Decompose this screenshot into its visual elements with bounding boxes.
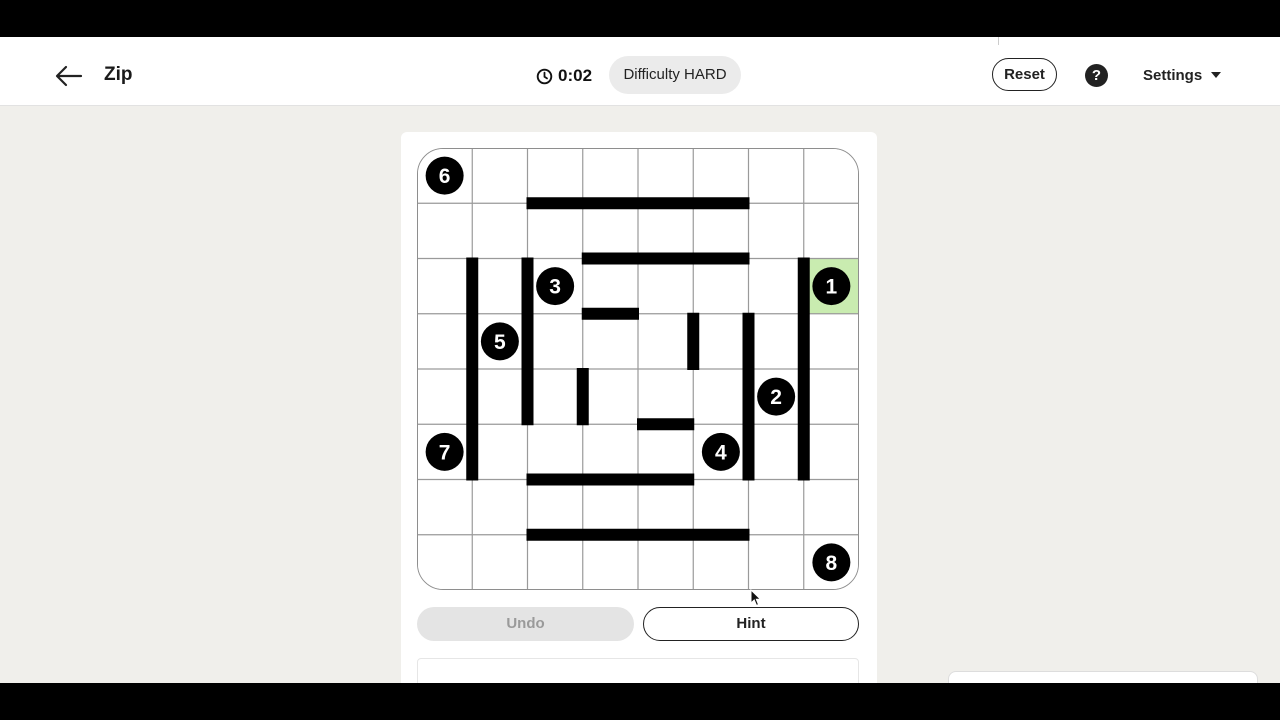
grid-cell[interactable]	[748, 313, 804, 369]
grid-cell[interactable]	[527, 534, 583, 590]
grid-cell[interactable]	[472, 424, 528, 480]
grid-cell[interactable]	[748, 258, 804, 314]
side-widget	[948, 671, 1258, 683]
back-button[interactable]	[52, 59, 86, 93]
grid-cell[interactable]	[693, 369, 749, 425]
grid-cell[interactable]	[748, 479, 804, 535]
grid-cell[interactable]	[638, 258, 694, 314]
number-label: 1	[826, 276, 838, 299]
grid-cell[interactable]	[638, 203, 694, 259]
hint-button[interactable]: Hint	[643, 607, 859, 641]
grid-cell[interactable]	[582, 258, 638, 314]
grid-cell[interactable]	[693, 479, 749, 535]
grid-cell[interactable]	[638, 424, 694, 480]
grid-cell[interactable]	[748, 203, 804, 259]
grid-cell[interactable]	[582, 424, 638, 480]
grid-cell[interactable]	[693, 534, 749, 590]
grid-cell[interactable]	[582, 369, 638, 425]
grid-cell[interactable]	[417, 369, 473, 425]
mouse-cursor-icon	[750, 589, 762, 607]
top-strip-divider	[998, 37, 999, 45]
number-label: 4	[715, 441, 727, 464]
arrow-left-icon	[55, 65, 83, 87]
grid-cell[interactable]	[803, 369, 859, 425]
grid-cell[interactable]	[748, 148, 804, 204]
grid-cell[interactable]	[527, 203, 583, 259]
wall	[581, 307, 639, 320]
grid-cell[interactable]	[638, 479, 694, 535]
wall	[521, 257, 534, 426]
grid-cell[interactable]	[417, 313, 473, 369]
number-label: 2	[770, 386, 782, 409]
grid-cell[interactable]	[472, 258, 528, 314]
page-title: Zip	[104, 64, 133, 85]
grid-cell[interactable]	[693, 203, 749, 259]
grid-cell[interactable]	[803, 203, 859, 259]
number-label: 5	[494, 331, 506, 354]
grid-cell[interactable]	[527, 479, 583, 535]
grid-cell[interactable]	[693, 313, 749, 369]
timer: 0:02	[536, 66, 592, 86]
settings-label: Settings	[1143, 66, 1203, 84]
grid-cell[interactable]	[472, 148, 528, 204]
grid-cell[interactable]	[803, 313, 859, 369]
help-button[interactable]: ?	[1085, 64, 1108, 87]
number-label: 6	[439, 165, 451, 188]
grid-cell[interactable]	[803, 424, 859, 480]
grid-cell[interactable]	[417, 534, 473, 590]
grid-cell[interactable]	[472, 369, 528, 425]
number-label: 8	[826, 552, 838, 575]
grid-cell[interactable]	[582, 203, 638, 259]
game-header: Zip 0:02 Difficulty HARD Reset ? Setting…	[0, 45, 1280, 106]
grid-cell[interactable]	[748, 534, 804, 590]
grid-cell[interactable]	[417, 258, 473, 314]
chevron-down-icon	[1211, 72, 1222, 78]
grid-cell[interactable]	[693, 148, 749, 204]
browser-viewport: Zip 0:02 Difficulty HARD Reset ? Setting…	[0, 37, 1280, 683]
board-grid[interactable]: 1 2 3 4 5 6 7 8	[417, 148, 859, 590]
grid-cell[interactable]	[638, 369, 694, 425]
grid-cell[interactable]	[527, 313, 583, 369]
wall	[526, 197, 750, 210]
info-box	[417, 658, 859, 683]
settings-menu-button[interactable]: Settings	[1143, 64, 1222, 86]
wall	[637, 418, 695, 431]
grid-cell[interactable]	[527, 424, 583, 480]
wall	[687, 312, 700, 370]
grid-cell[interactable]	[582, 313, 638, 369]
wall	[742, 312, 755, 481]
number-label: 7	[439, 441, 451, 464]
grid-cell[interactable]	[803, 148, 859, 204]
grid-cell[interactable]	[638, 313, 694, 369]
grid-cell[interactable]	[472, 479, 528, 535]
grid-cell[interactable]	[638, 534, 694, 590]
puzzle-board[interactable]: 1 2 3 4 5 6 7 8	[417, 148, 859, 590]
reset-button[interactable]: Reset	[992, 58, 1057, 91]
grid-cell[interactable]	[527, 148, 583, 204]
grid-cell[interactable]	[582, 534, 638, 590]
grid-cell[interactable]	[803, 479, 859, 535]
grid-cell[interactable]	[748, 424, 804, 480]
clock-icon	[536, 68, 553, 84]
grid-cell[interactable]	[472, 534, 528, 590]
wall	[526, 528, 750, 541]
wall	[526, 473, 695, 486]
wall	[466, 257, 479, 481]
wall	[576, 368, 589, 426]
grid-cell[interactable]	[582, 479, 638, 535]
difficulty-badge: Difficulty HARD	[609, 56, 741, 94]
grid-cell[interactable]	[417, 479, 473, 535]
wall	[797, 257, 810, 481]
grid-cell[interactable]	[638, 148, 694, 204]
game-panel: 1 2 3 4 5 6 7 8 Undo Hint	[401, 132, 877, 683]
grid-cell[interactable]	[417, 203, 473, 259]
grid-cell[interactable]	[693, 258, 749, 314]
grid-cell[interactable]	[582, 148, 638, 204]
grid-cell[interactable]	[527, 369, 583, 425]
timer-value: 0:02	[558, 66, 593, 85]
undo-button[interactable]: Undo	[417, 607, 634, 641]
number-label: 3	[549, 276, 561, 299]
grid-cell[interactable]	[472, 203, 528, 259]
wall	[581, 252, 750, 265]
